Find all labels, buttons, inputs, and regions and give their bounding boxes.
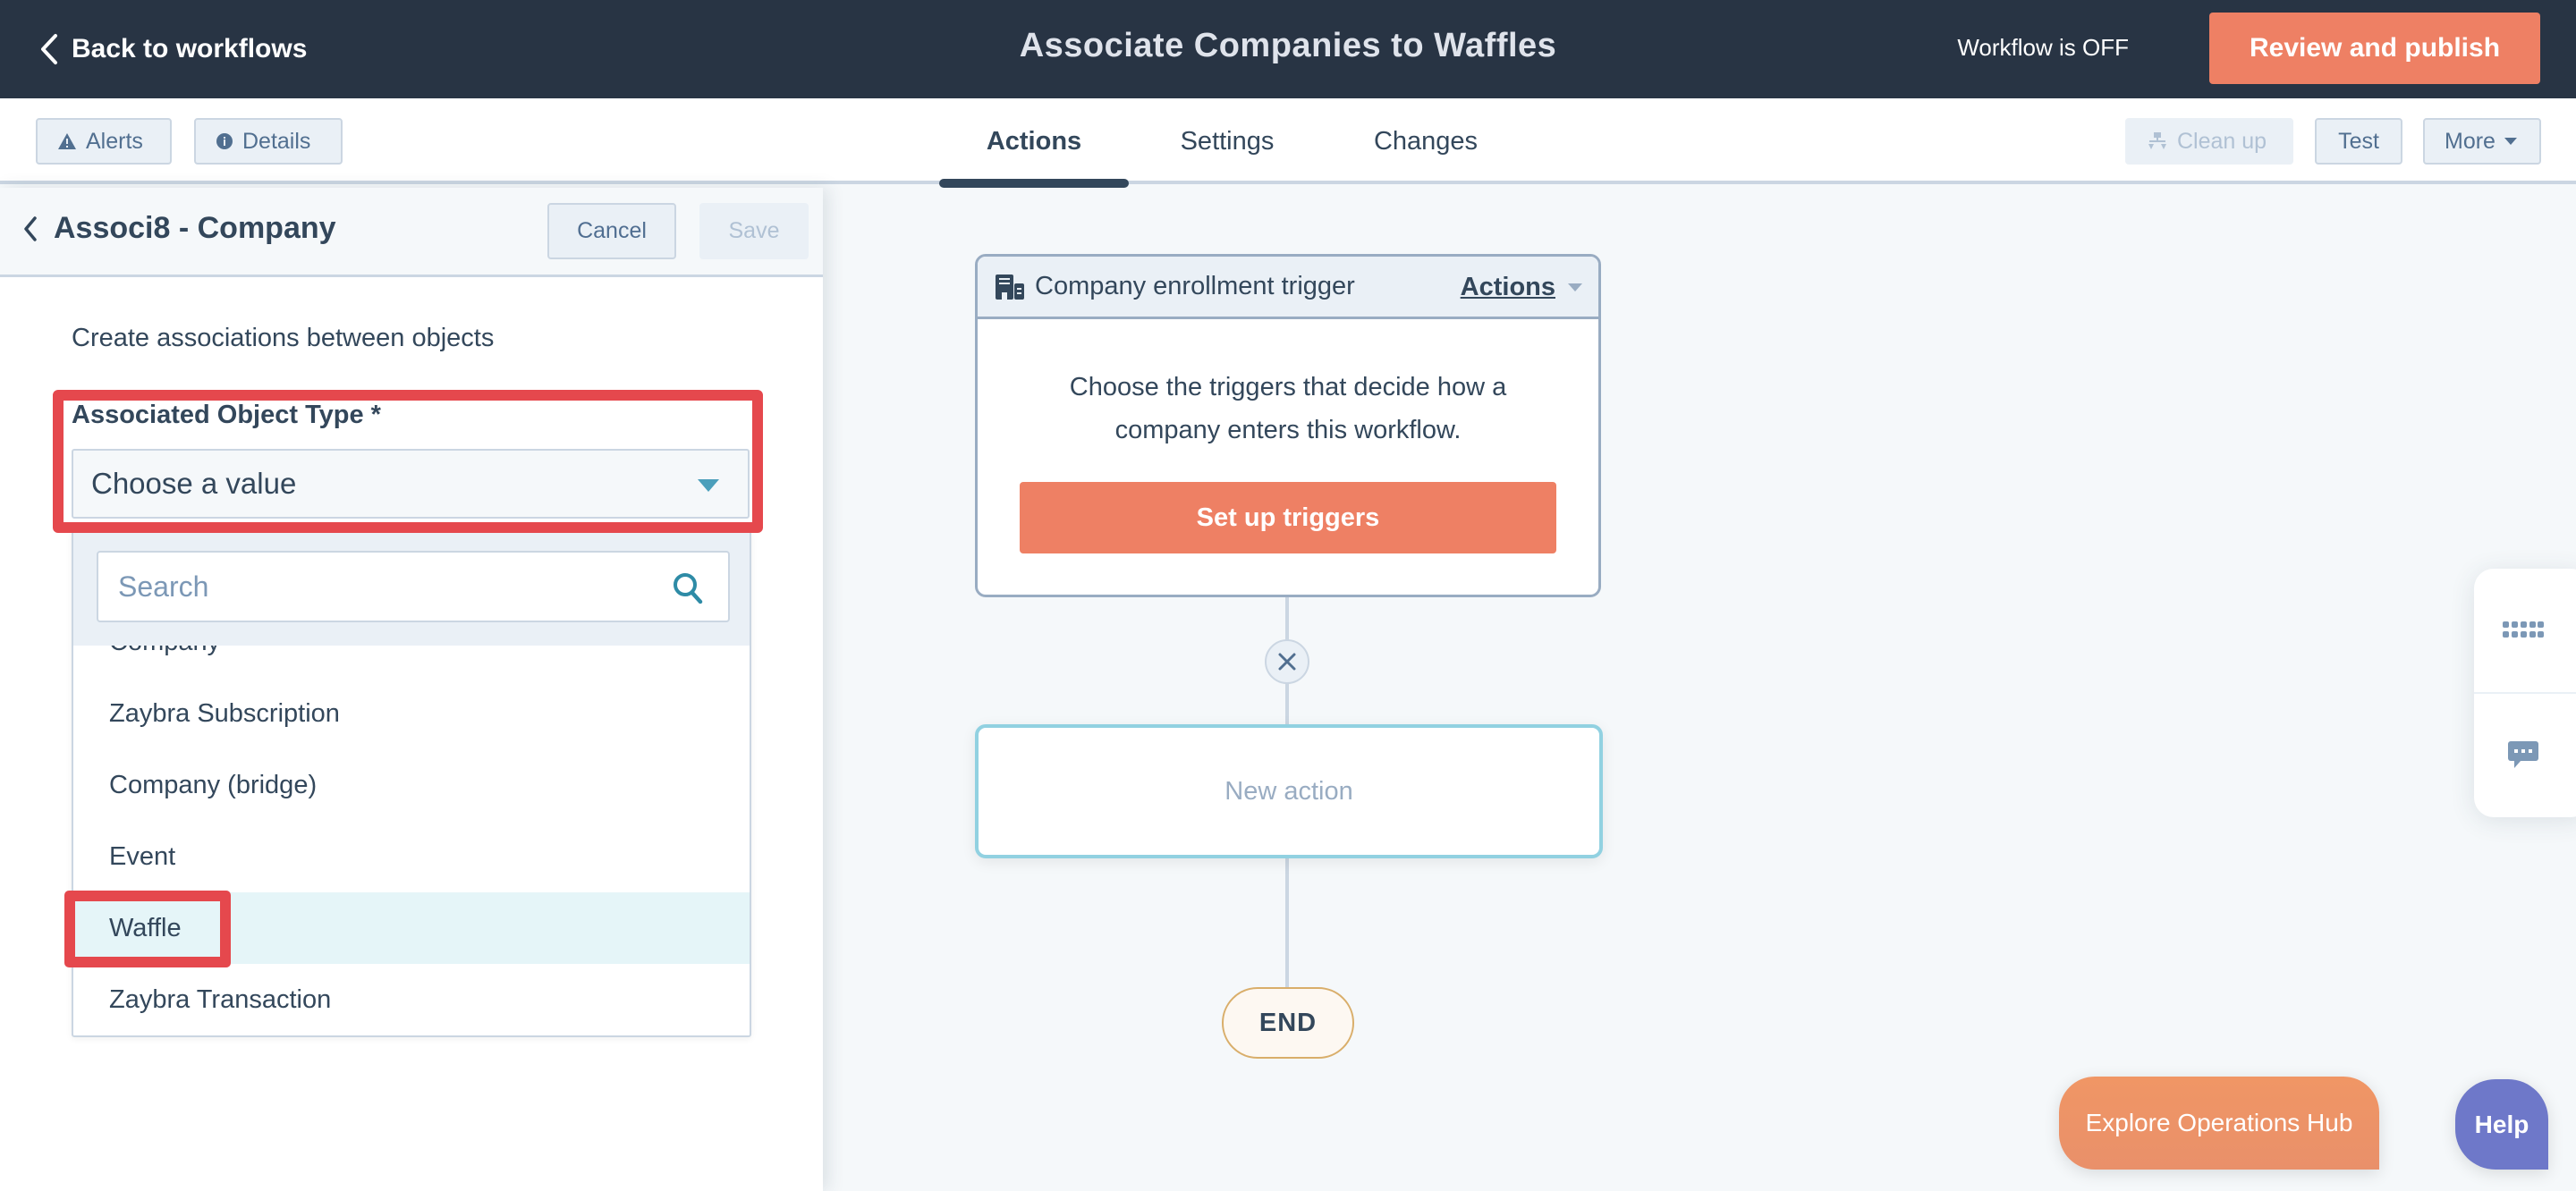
more-label: More [2445,128,2496,154]
action-description: Create associations between objects [72,324,495,352]
associated-object-type-select[interactable]: Choose a value [72,449,750,519]
trigger-card-header: Company enrollment trigger Actions [978,257,1598,319]
new-action-card[interactable]: New action [975,724,1603,858]
review-and-publish-button[interactable]: Review and publish [2209,13,2540,84]
connector-line [1285,682,1289,727]
workflow-title: Associate Companies to Waffles [1019,27,1557,64]
trigger-description: Choose the triggers that decide how a co… [978,319,1598,452]
explore-operations-hub-button[interactable]: Explore Operations Hub [2059,1077,2379,1170]
dropdown-option-company-bridge[interactable]: Company (bridge) [73,749,750,821]
details-button[interactable]: Details [194,118,343,165]
building-icon [996,274,1024,300]
alerts-label: Alerts [86,128,143,154]
dropdown-search [97,551,730,622]
chevron-left-icon [24,215,37,241]
clean-up-label: Clean up [2177,128,2267,154]
caret-down-icon [2504,138,2517,145]
associated-object-type-label: Associated Object Type * [72,401,381,429]
panel-back-title[interactable]: Associ8 - Company [23,211,336,246]
test-button[interactable]: Test [2315,118,2402,165]
action-editor-panel: Associ8 - Company Cancel Save Create ass… [0,188,823,1191]
search-icon[interactable] [673,572,703,604]
side-tools-panel [2474,569,2576,817]
end-node: END [1222,987,1354,1059]
details-label: Details [242,128,311,154]
connector-line [1285,857,1289,989]
help-button[interactable]: Help [2455,1079,2548,1170]
dropdown-option-waffle[interactable]: Waffle [73,892,750,964]
trigger-text-line-2: company enters this workflow. [1114,416,1462,444]
back-label: Back to workflows [72,34,308,63]
secondary-toolbar: Alerts Details Actions Settings Changes … [0,98,2576,188]
chevron-left-icon [41,34,57,64]
trigger-actions-dropdown[interactable]: Actions [1461,273,1582,302]
set-up-triggers-button[interactable]: Set up triggers [1020,482,1556,553]
trigger-text-line-1: Choose the triggers that decide how a [1069,373,1507,401]
trigger-actions-label: Actions [1460,273,1555,301]
alerts-button[interactable]: Alerts [36,118,172,165]
panel-title: Associ8 - Company [54,211,336,245]
dropdown-option-zaybra-subscription[interactable]: Zaybra Subscription [73,678,750,749]
select-value: Choose a value [91,467,297,500]
caret-down-icon [1568,283,1582,291]
dropdown-option-event[interactable]: Event [73,821,750,892]
top-bar: Back to workflows Associate Companies to… [0,0,2576,98]
workflow-canvas: Company enrollment trigger Actions Choos… [823,188,2576,1191]
cancel-button[interactable]: Cancel [547,203,676,259]
tab-actions[interactable]: Actions [939,98,1129,188]
workflow-status: Workflow is OFF [1957,34,2129,61]
comments-button[interactable] [2474,692,2576,815]
comment-icon [2508,741,2538,768]
tab-changes[interactable]: Changes [1326,98,1526,184]
keyboard-shortcuts-button[interactable] [2474,569,2576,692]
delete-action-button[interactable] [1265,639,1309,684]
dropdown-search-area [73,531,750,646]
main-tabs: Actions Settings Changes [939,98,1526,188]
dropdown-option-zaybra-transaction[interactable]: Zaybra Transaction [73,964,750,1035]
save-button[interactable]: Save [699,203,809,259]
keyboard-icon [2503,621,2544,638]
tab-settings[interactable]: Settings [1129,98,1326,184]
search-input[interactable] [98,553,728,621]
caret-down-icon [698,479,719,492]
warning-icon [58,133,76,149]
enrollment-trigger-card: Company enrollment trigger Actions Choos… [975,254,1601,597]
dropdown-options: Company Zaybra Subscription Company (bri… [73,606,750,1035]
back-to-workflows-link[interactable]: Back to workflows [39,27,307,72]
more-button[interactable]: More [2423,118,2541,165]
info-icon [216,133,233,149]
close-icon [1278,653,1296,671]
panel-header: Associ8 - Company Cancel Save [0,188,823,277]
clean-up-button[interactable]: Clean up [2125,118,2293,165]
trigger-title: Company enrollment trigger [1035,272,1355,300]
hierarchy-icon [2148,132,2166,149]
object-type-dropdown: Company Zaybra Subscription Company (bri… [72,529,751,1037]
connector-line [1285,596,1289,642]
